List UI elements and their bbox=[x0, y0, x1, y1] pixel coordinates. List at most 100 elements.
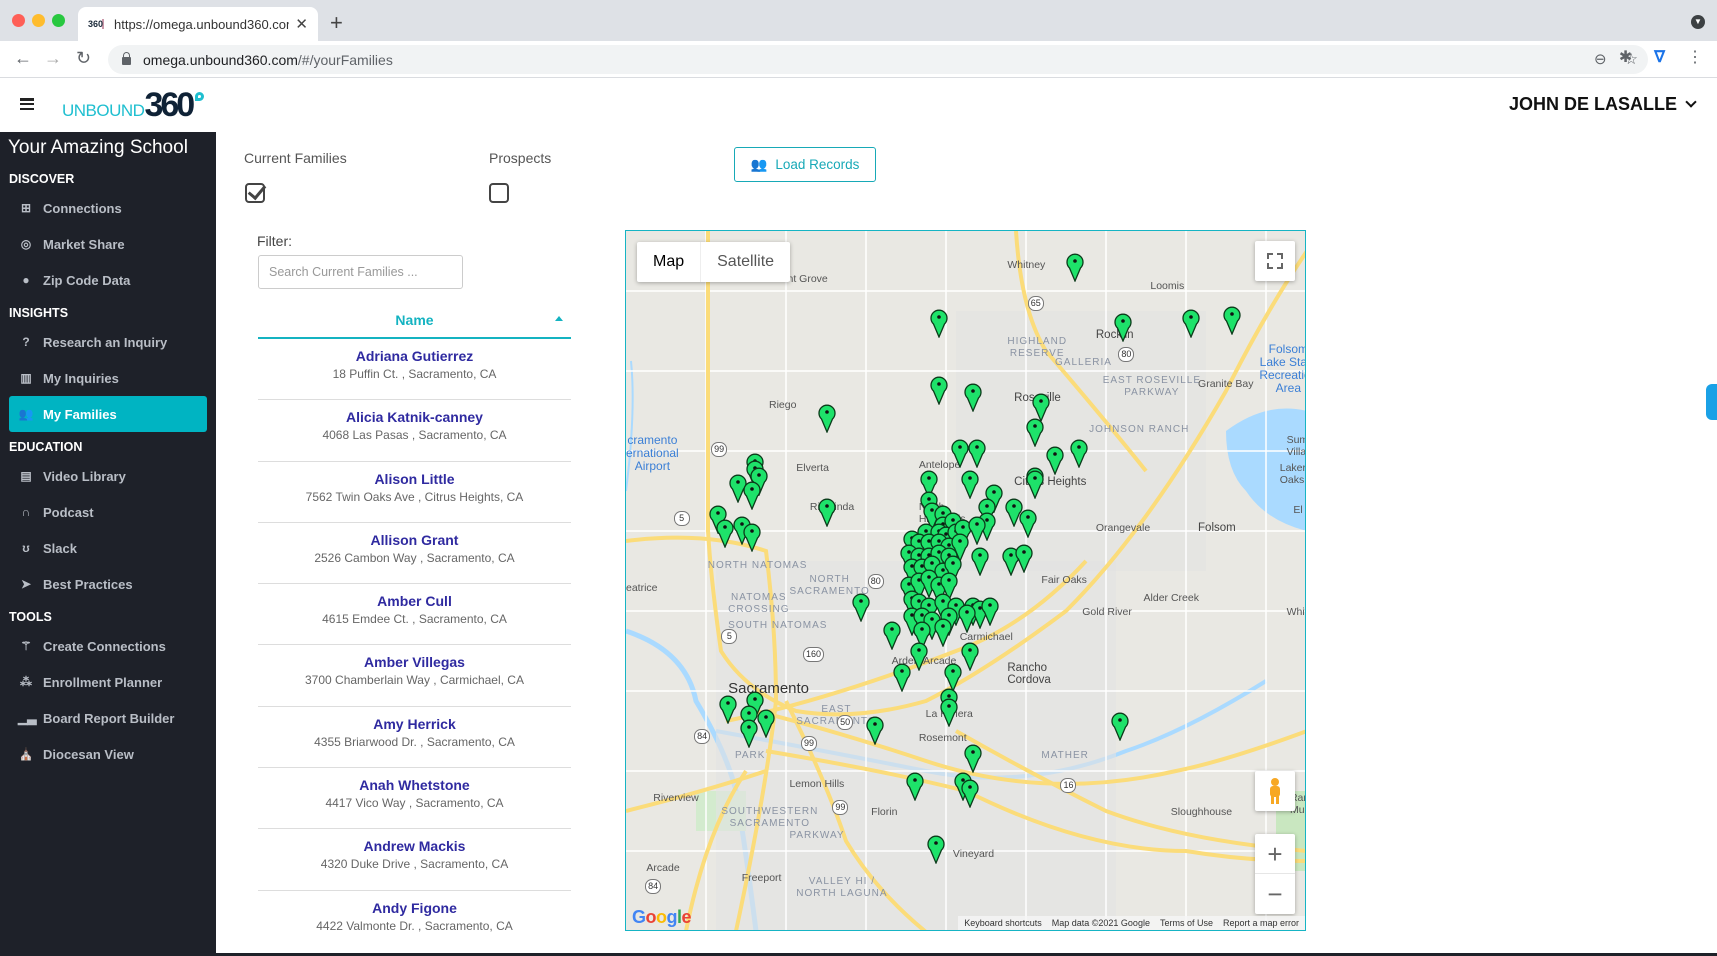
family-location-marker[interactable] bbox=[1046, 445, 1064, 476]
family-location-marker[interactable] bbox=[961, 469, 979, 501]
family-list-item[interactable]: Amber Cull 4615 Emdee Ct. , Sacramento, C… bbox=[258, 584, 571, 646]
family-location-marker[interactable] bbox=[1025, 469, 1044, 501]
family-location-marker[interactable] bbox=[906, 771, 925, 802]
family-name[interactable]: Anah Whetstone bbox=[258, 777, 571, 793]
sidebar-item-podcast[interactable]: ∩ Podcast bbox=[9, 494, 207, 530]
family-name[interactable]: Alison Little bbox=[258, 471, 571, 487]
google-logo[interactable]: Google bbox=[632, 907, 692, 928]
family-name[interactable]: Andrew Mackis bbox=[258, 838, 571, 854]
forward-icon[interactable]: → bbox=[44, 48, 62, 69]
family-location-marker[interactable] bbox=[968, 438, 986, 469]
family-location-marker[interactable] bbox=[739, 718, 758, 749]
tab-close-icon[interactable]: ✕ bbox=[295, 15, 308, 33]
unbound360-logo[interactable]: UNBOUND 360 bbox=[62, 88, 205, 122]
family-list-item[interactable]: Alison Little 7562 Twin Oaks Ave , Citrus… bbox=[258, 462, 571, 523]
family-list-item[interactable]: Anah Whetstone 4417 Vico Way , Sacramento… bbox=[258, 768, 571, 830]
zoom-out-icon[interactable]: ⊖ bbox=[1594, 50, 1607, 68]
family-location-marker[interactable] bbox=[934, 617, 952, 648]
family-location-marker[interactable] bbox=[971, 546, 989, 578]
side-feedback-tab[interactable] bbox=[1706, 384, 1717, 420]
sidebar-item-enrollment-planner[interactable]: ⁂ Enrollment Planner bbox=[9, 664, 207, 700]
browser-tab[interactable]: 360 https://omega.unbound360.com/#/yourF… bbox=[78, 7, 318, 41]
name-column-header[interactable]: Name bbox=[258, 308, 571, 339]
keyboard-shortcuts-link[interactable]: Keyboard shortcuts bbox=[964, 916, 1042, 930]
family-list-item[interactable]: Alicia Katnik-canney 4068 Las Pasas , Sac… bbox=[258, 400, 571, 462]
family-list-item[interactable]: Allison Grant 2526 Cambon Way , Sacrament… bbox=[258, 523, 571, 585]
sidebar-item-diocesan-view[interactable]: ⛪ Diocesan View bbox=[9, 736, 207, 772]
family-location-marker[interactable] bbox=[893, 662, 911, 693]
family-location-marker[interactable] bbox=[865, 715, 884, 746]
back-icon[interactable]: ← bbox=[14, 48, 32, 69]
sidebar-item-my-inquiries[interactable]: ▥ My Inquiries bbox=[9, 360, 207, 396]
family-location-marker[interactable] bbox=[951, 438, 969, 469]
family-location-marker[interactable] bbox=[743, 522, 761, 553]
family-location-marker[interactable] bbox=[1019, 508, 1037, 539]
reload-icon[interactable]: ↻ bbox=[76, 48, 91, 69]
sidebar-item-board-report-builder[interactable]: ▁▃ Board Report Builder bbox=[9, 700, 207, 736]
report-map-error-link[interactable]: Report a map error bbox=[1223, 916, 1299, 930]
terms-of-use-link[interactable]: Terms of Use bbox=[1160, 916, 1213, 930]
family-name[interactable]: Amy Herrick bbox=[258, 716, 571, 732]
family-location-marker[interactable] bbox=[957, 603, 976, 634]
browser-menu-icon[interactable]: ⋮ bbox=[1687, 47, 1703, 67]
family-name[interactable]: Adriana Gutierrez bbox=[258, 348, 571, 364]
map[interactable]: Whitney Pleasant Grove Loomis Rocklin HIGHLA… bbox=[625, 230, 1306, 931]
window-maximize-button[interactable] bbox=[52, 14, 65, 27]
family-location-marker[interactable] bbox=[1223, 305, 1241, 336]
new-tab-button[interactable]: + bbox=[330, 10, 343, 36]
sidebar-item-connections[interactable]: ⊞ Connections bbox=[9, 190, 207, 226]
extension-v-icon[interactable]: ∇ bbox=[1654, 47, 1665, 67]
family-location-marker[interactable] bbox=[852, 592, 870, 623]
hamburger-menu-icon[interactable] bbox=[20, 98, 34, 110]
sort-ascending-icon[interactable] bbox=[555, 316, 563, 321]
fullscreen-button[interactable] bbox=[1255, 241, 1295, 281]
family-list-item[interactable]: Amy Herrick 4355 Briarwood Dr. , Sacramen… bbox=[258, 707, 571, 769]
family-location-marker[interactable] bbox=[818, 403, 836, 434]
family-location-marker[interactable] bbox=[1182, 308, 1200, 339]
load-records-button[interactable]: 👥 Load Records bbox=[734, 147, 876, 182]
family-location-marker[interactable] bbox=[910, 641, 928, 672]
sidebar-item-slack[interactable]: ʊ Slack bbox=[9, 530, 207, 566]
family-location-marker[interactable] bbox=[818, 497, 836, 529]
family-location-marker[interactable] bbox=[981, 596, 999, 627]
current-families-checkbox[interactable] bbox=[245, 183, 265, 203]
family-location-marker[interactable] bbox=[756, 708, 775, 739]
user-menu[interactable]: JOHN DE LASALLE bbox=[1509, 94, 1697, 115]
map-type-satellite-button[interactable]: Satellite bbox=[701, 242, 790, 282]
family-location-marker[interactable] bbox=[1111, 711, 1129, 742]
family-location-marker[interactable] bbox=[1070, 438, 1088, 469]
family-list-item[interactable]: Andy Figone 4422 Valmonte Dr. , Sacrament… bbox=[258, 891, 571, 952]
family-location-marker[interactable] bbox=[743, 480, 761, 511]
family-list-item[interactable]: Adriana Gutierrez 18 Puffin Ct. , Sacrame… bbox=[258, 339, 571, 401]
family-name[interactable]: Andy Figone bbox=[258, 900, 571, 916]
search-families-input[interactable] bbox=[258, 255, 463, 289]
street-view-pegman-icon[interactable] bbox=[1255, 771, 1295, 811]
sidebar-item-zip-code-data[interactable]: ● Zip Code Data bbox=[9, 262, 207, 298]
map-type-map-button[interactable]: Map bbox=[637, 242, 702, 282]
family-list-item[interactable]: Andrew Mackis 4320 Duke Drive , Sacrament… bbox=[258, 829, 571, 891]
family-location-marker[interactable] bbox=[961, 641, 979, 672]
family-location-marker[interactable] bbox=[930, 308, 948, 339]
window-minimize-button[interactable] bbox=[32, 14, 45, 27]
family-location-marker[interactable] bbox=[1025, 417, 1044, 448]
sidebar-item-create-connections[interactable]: ⚚ Create Connections bbox=[9, 628, 207, 664]
prospects-checkbox[interactable] bbox=[489, 183, 509, 203]
family-location-marker[interactable] bbox=[968, 515, 986, 546]
extensions-puzzle-icon[interactable]: ✱ bbox=[1619, 47, 1632, 67]
family-list-item[interactable]: Amber Villegas 3700 Chamberlain Way , Car… bbox=[258, 645, 571, 707]
family-name[interactable]: Alicia Katnik-canney bbox=[258, 409, 571, 425]
zoom-out-button[interactable]: − bbox=[1255, 874, 1295, 914]
sidebar-item-research-an-inquiry[interactable]: ? Research an Inquiry bbox=[9, 324, 207, 360]
sidebar-item-my-families[interactable]: 👥 My Families bbox=[9, 396, 207, 432]
address-bar[interactable]: omega.unbound360.com/#/yourFamilies ⊖ ☆ bbox=[108, 45, 1648, 74]
family-name[interactable]: Amber Villegas bbox=[258, 654, 571, 670]
family-location-marker[interactable] bbox=[716, 518, 734, 550]
family-location-marker[interactable] bbox=[961, 778, 979, 809]
zoom-in-button[interactable]: + bbox=[1255, 834, 1295, 874]
family-location-marker[interactable] bbox=[964, 743, 982, 774]
family-name[interactable]: Allison Grant bbox=[258, 532, 571, 548]
family-location-marker[interactable] bbox=[927, 834, 945, 865]
family-name[interactable]: Amber Cull bbox=[258, 593, 571, 609]
family-location-marker[interactable] bbox=[930, 375, 948, 406]
sidebar-item-video-library[interactable]: ▤ Video Library bbox=[9, 458, 207, 494]
